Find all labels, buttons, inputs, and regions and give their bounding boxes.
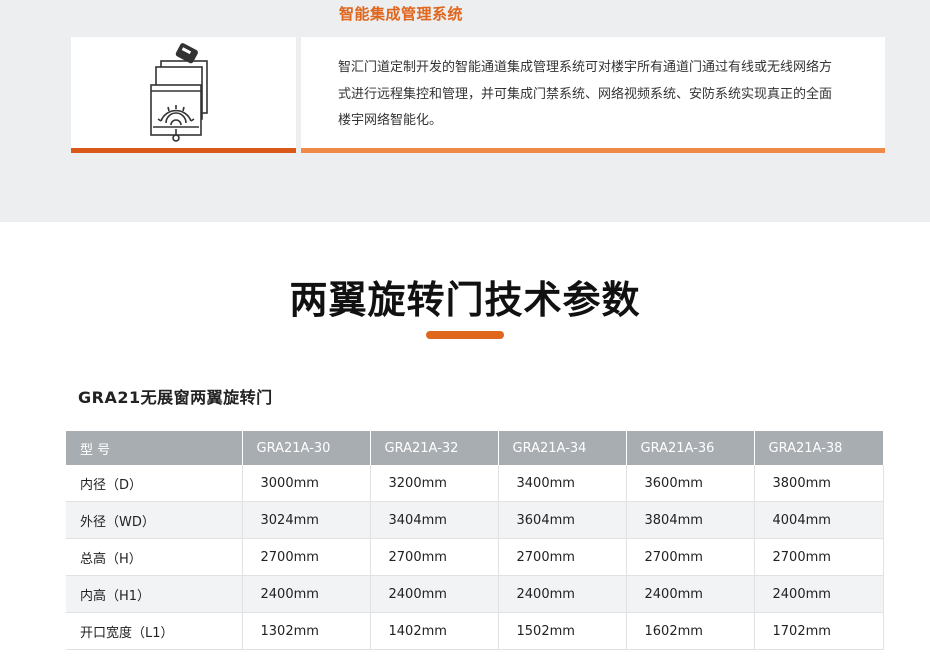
table-cell: 3000mm	[242, 465, 371, 502]
spec-table: 型 号 GRA21A-30 GRA21A-32 GRA21A-34 GRA21A…	[66, 431, 884, 650]
table-row: 外径（WD） 3024mm 3404mm 3604mm 3804mm 4004m…	[66, 501, 884, 539]
icon-card-accent-bar	[71, 148, 296, 153]
table-header-cell: GRA21A-38	[754, 431, 884, 465]
table-cell: 2400mm	[626, 575, 755, 613]
table-cell: 3024mm	[242, 501, 371, 539]
table-cell: 2400mm	[242, 575, 371, 613]
table-cell: 1502mm	[498, 612, 627, 650]
table-cell: 2700mm	[754, 538, 884, 576]
table-header-cell: GRA21A-36	[626, 431, 755, 465]
table-cell: 2700mm	[242, 538, 371, 576]
section-heading: 智能集成管理系统	[339, 5, 464, 23]
description-card-accent-bar	[301, 148, 885, 153]
table-cell: 1402mm	[370, 612, 499, 650]
table-cell: 2700mm	[370, 538, 499, 576]
icon-card	[71, 37, 296, 148]
table-cell: 2400mm	[370, 575, 499, 613]
table-header-cell: 型 号	[66, 431, 243, 465]
row-label: 外径（WD）	[66, 501, 243, 539]
table-cell: 2400mm	[498, 575, 627, 613]
table-cell: 3400mm	[498, 465, 627, 502]
product-name: GRA21无展窗两翼旋转门	[78, 388, 273, 407]
table-cell: 2700mm	[498, 538, 627, 576]
table-cell: 3404mm	[370, 501, 499, 539]
system-description: 智汇门道定制开发的智能通道集成管理系统可对楼宇所有通道门通过有线或无线网络方式进…	[338, 60, 833, 128]
table-cell: 3604mm	[498, 501, 627, 539]
row-label: 内径（D）	[66, 465, 243, 502]
table-cell: 2700mm	[626, 538, 755, 576]
row-label: 开口宽度（L1）	[66, 612, 243, 650]
table-header-row: 型 号 GRA21A-30 GRA21A-32 GRA21A-34 GRA21A…	[66, 431, 884, 465]
table-row: 内径（D） 3000mm 3200mm 3400mm 3600mm 3800mm	[66, 465, 884, 502]
description-card: 智汇门道定制开发的智能通道集成管理系统可对楼宇所有通道门通过有线或无线网络方式进…	[301, 37, 885, 148]
table-cell: 1302mm	[242, 612, 371, 650]
access-control-system-icon	[150, 43, 208, 142]
table-row: 内高（H1） 2400mm 2400mm 2400mm 2400mm 2400m…	[66, 575, 884, 613]
table-cell: 3800mm	[754, 465, 884, 502]
table-cell: 3600mm	[626, 465, 755, 502]
table-cell: 3804mm	[626, 501, 755, 539]
title-underline	[426, 331, 504, 339]
table-header-cell: GRA21A-30	[242, 431, 371, 465]
table-header-cell: GRA21A-34	[498, 431, 627, 465]
table-cell: 3200mm	[370, 465, 499, 502]
table-cell: 1702mm	[754, 612, 884, 650]
table-row: 总高（H） 2700mm 2700mm 2700mm 2700mm 2700mm	[66, 538, 884, 576]
row-label: 总高（H）	[66, 538, 243, 576]
table-cell: 1602mm	[626, 612, 755, 650]
table-row: 开口宽度（L1） 1302mm 1402mm 1502mm 1602mm 170…	[66, 612, 884, 650]
table-cell: 2400mm	[754, 575, 884, 613]
row-label: 内高（H1）	[66, 575, 243, 613]
table-cell: 4004mm	[754, 501, 884, 539]
page-title: 两翼旋转门技术参数	[289, 278, 641, 322]
table-header-cell: GRA21A-32	[370, 431, 499, 465]
